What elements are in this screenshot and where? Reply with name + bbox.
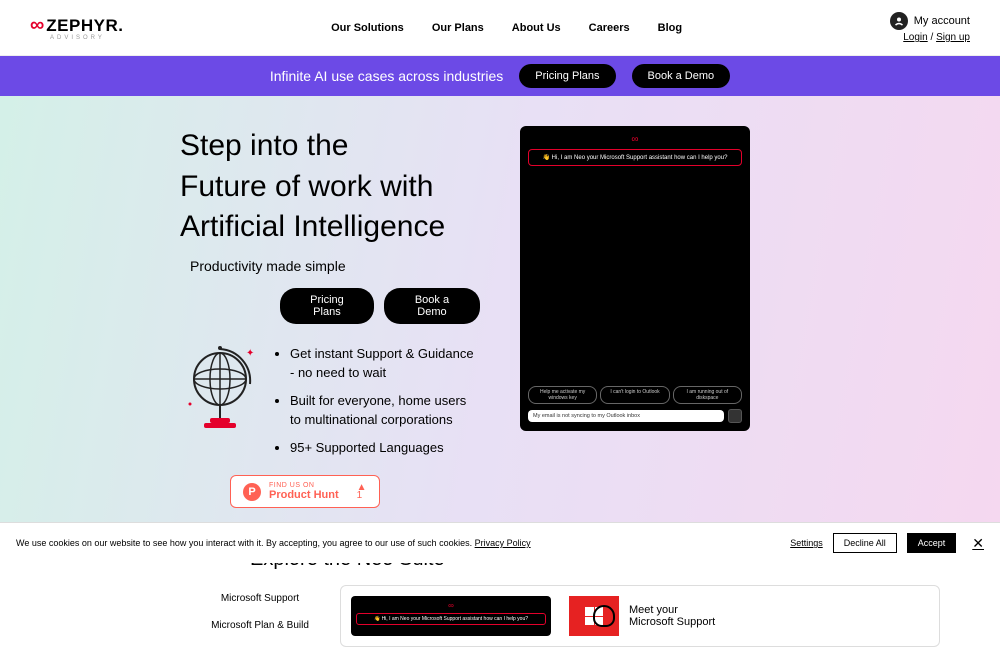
chat-logo-icon: ∞ bbox=[528, 134, 742, 145]
privacy-policy-link[interactable]: Privacy Policy bbox=[475, 538, 531, 548]
chat-chip-3[interactable]: I am running out of diskspace bbox=[673, 386, 742, 404]
headset-icon bbox=[593, 605, 615, 627]
chat-welcome-message: 👋 Hi, I am Neo your Microsoft Support as… bbox=[528, 149, 742, 166]
promo-banner: Infinite AI use cases across industries … bbox=[0, 56, 1000, 96]
cookie-banner: We use cookies on our website to see how… bbox=[0, 522, 1000, 563]
mini-chat: ∞ 👋 Hi, I am Neo your Microsoft Support … bbox=[351, 596, 551, 636]
ms-card-line-1: Meet your bbox=[629, 604, 715, 616]
ph-find-label: FIND US ON bbox=[269, 482, 339, 489]
ms-card-text: Meet your Microsoft Support bbox=[629, 604, 715, 628]
nav-solutions[interactable]: Our Solutions bbox=[331, 22, 404, 34]
nav-careers[interactable]: Careers bbox=[589, 22, 630, 34]
hero-section: Step into the Future of work with Artifi… bbox=[0, 96, 1000, 538]
chat-send-button[interactable] bbox=[728, 409, 742, 423]
my-account-label: My account bbox=[914, 15, 970, 27]
chat-chip-1[interactable]: Help me activate my windows key bbox=[528, 386, 597, 404]
account-area: My account Login / Sign up bbox=[890, 12, 970, 43]
logo[interactable]: ∞ ZEPHYR. ADVISORY bbox=[30, 14, 123, 41]
hero-heading-line-3: Artificial Intelligence bbox=[180, 210, 445, 243]
ph-count: 1 bbox=[357, 492, 367, 500]
cookie-accept-button[interactable]: Accept bbox=[907, 533, 957, 553]
cookie-close-button[interactable]: ✕ bbox=[972, 535, 984, 552]
tab-ms-plan-build[interactable]: Microsoft Plan & Build bbox=[200, 612, 320, 639]
user-icon bbox=[890, 12, 908, 30]
product-hunt-badge[interactable]: P FIND US ON Product Hunt ▲ 1 bbox=[230, 475, 380, 508]
cookie-decline-button[interactable]: Decline All bbox=[833, 533, 897, 553]
hero-bullet-1: Get instant Support & Guidance - no need… bbox=[290, 344, 480, 383]
logo-infinity-icon: ∞ bbox=[30, 14, 44, 37]
logo-text: ZEPHYR. bbox=[46, 16, 123, 36]
chat-suggestions: Help me activate my windows key I can't … bbox=[528, 386, 742, 404]
cookie-settings-link[interactable]: Settings bbox=[790, 538, 823, 548]
chat-input-row: My email is not syncing to my Outlook in… bbox=[528, 409, 742, 423]
explore-tabs: Microsoft Support Microsoft Plan & Build bbox=[200, 585, 320, 647]
hero-content-row: ✦ Get instant Support & Guidance - no ne… bbox=[180, 344, 480, 466]
hero-heading-line-1: Step into the bbox=[180, 129, 348, 162]
ms-support-card: Meet your Microsoft Support bbox=[569, 596, 715, 636]
globe-icon: ✦ bbox=[180, 344, 260, 434]
ph-upvote: ▲ 1 bbox=[357, 484, 367, 500]
logo-subtitle: ADVISORY bbox=[50, 35, 123, 41]
hero-heading-line-2: Future of work with bbox=[180, 170, 433, 203]
mini-chat-welcome: 👋 Hi, I am Neo your Microsoft Support as… bbox=[356, 613, 546, 625]
hero-subtitle: Productivity made simple bbox=[190, 258, 480, 274]
cookie-text: We use cookies on our website to see how… bbox=[16, 538, 531, 548]
hero-bullet-2: Built for everyone, home users to multin… bbox=[290, 391, 480, 430]
signup-link[interactable]: Sign up bbox=[936, 32, 970, 43]
explore-panel: ∞ 👋 Hi, I am Neo your Microsoft Support … bbox=[340, 585, 940, 647]
ms-card-line-2: Microsoft Support bbox=[629, 616, 715, 628]
banner-pricing-button[interactable]: Pricing Plans bbox=[519, 64, 615, 88]
banner-text: Infinite AI use cases across industries bbox=[270, 68, 503, 84]
banner-demo-button[interactable]: Book a Demo bbox=[632, 64, 731, 88]
nav-plans[interactable]: Our Plans bbox=[432, 22, 484, 34]
product-hunt-icon: P bbox=[243, 483, 261, 501]
cookie-actions: Settings Decline All Accept ✕ bbox=[790, 533, 984, 553]
explore-body: Microsoft Support Microsoft Plan & Build… bbox=[200, 585, 940, 647]
hero-bullets: Get instant Support & Guidance - no need… bbox=[272, 344, 480, 466]
hero-heading: Step into the Future of work with Artifi… bbox=[180, 126, 480, 248]
hero-buttons: Pricing Plans Book a Demo bbox=[280, 288, 480, 324]
main-nav: Our Solutions Our Plans About Us Careers… bbox=[331, 22, 682, 34]
nav-blog[interactable]: Blog bbox=[658, 22, 682, 34]
cookie-message: We use cookies on our website to see how… bbox=[16, 538, 472, 548]
ms-tile-icon bbox=[569, 596, 619, 636]
auth-links: Login / Sign up bbox=[903, 32, 970, 43]
chat-input[interactable]: My email is not syncing to my Outlook in… bbox=[528, 410, 724, 422]
chat-chip-2[interactable]: I can't login to Outlook bbox=[600, 386, 669, 404]
tab-ms-support[interactable]: Microsoft Support bbox=[200, 585, 320, 612]
chat-body bbox=[528, 172, 742, 386]
svg-text:✦: ✦ bbox=[246, 348, 254, 359]
hero-bullet-3: 95+ Supported Languages bbox=[290, 438, 480, 458]
login-link[interactable]: Login bbox=[903, 32, 927, 43]
hero-demo-button[interactable]: Book a Demo bbox=[384, 288, 480, 324]
my-account-button[interactable]: My account bbox=[890, 12, 970, 30]
mini-chat-logo-icon: ∞ bbox=[356, 601, 546, 610]
hero-pricing-button[interactable]: Pricing Plans bbox=[280, 288, 374, 324]
hero-left: Step into the Future of work with Artifi… bbox=[180, 126, 480, 508]
site-header: ∞ ZEPHYR. ADVISORY Our Solutions Our Pla… bbox=[0, 0, 1000, 56]
nav-about[interactable]: About Us bbox=[512, 22, 561, 34]
chat-mockup: ∞ 👋 Hi, I am Neo your Microsoft Support … bbox=[520, 126, 750, 431]
ph-name-label: Product Hunt bbox=[269, 489, 339, 501]
